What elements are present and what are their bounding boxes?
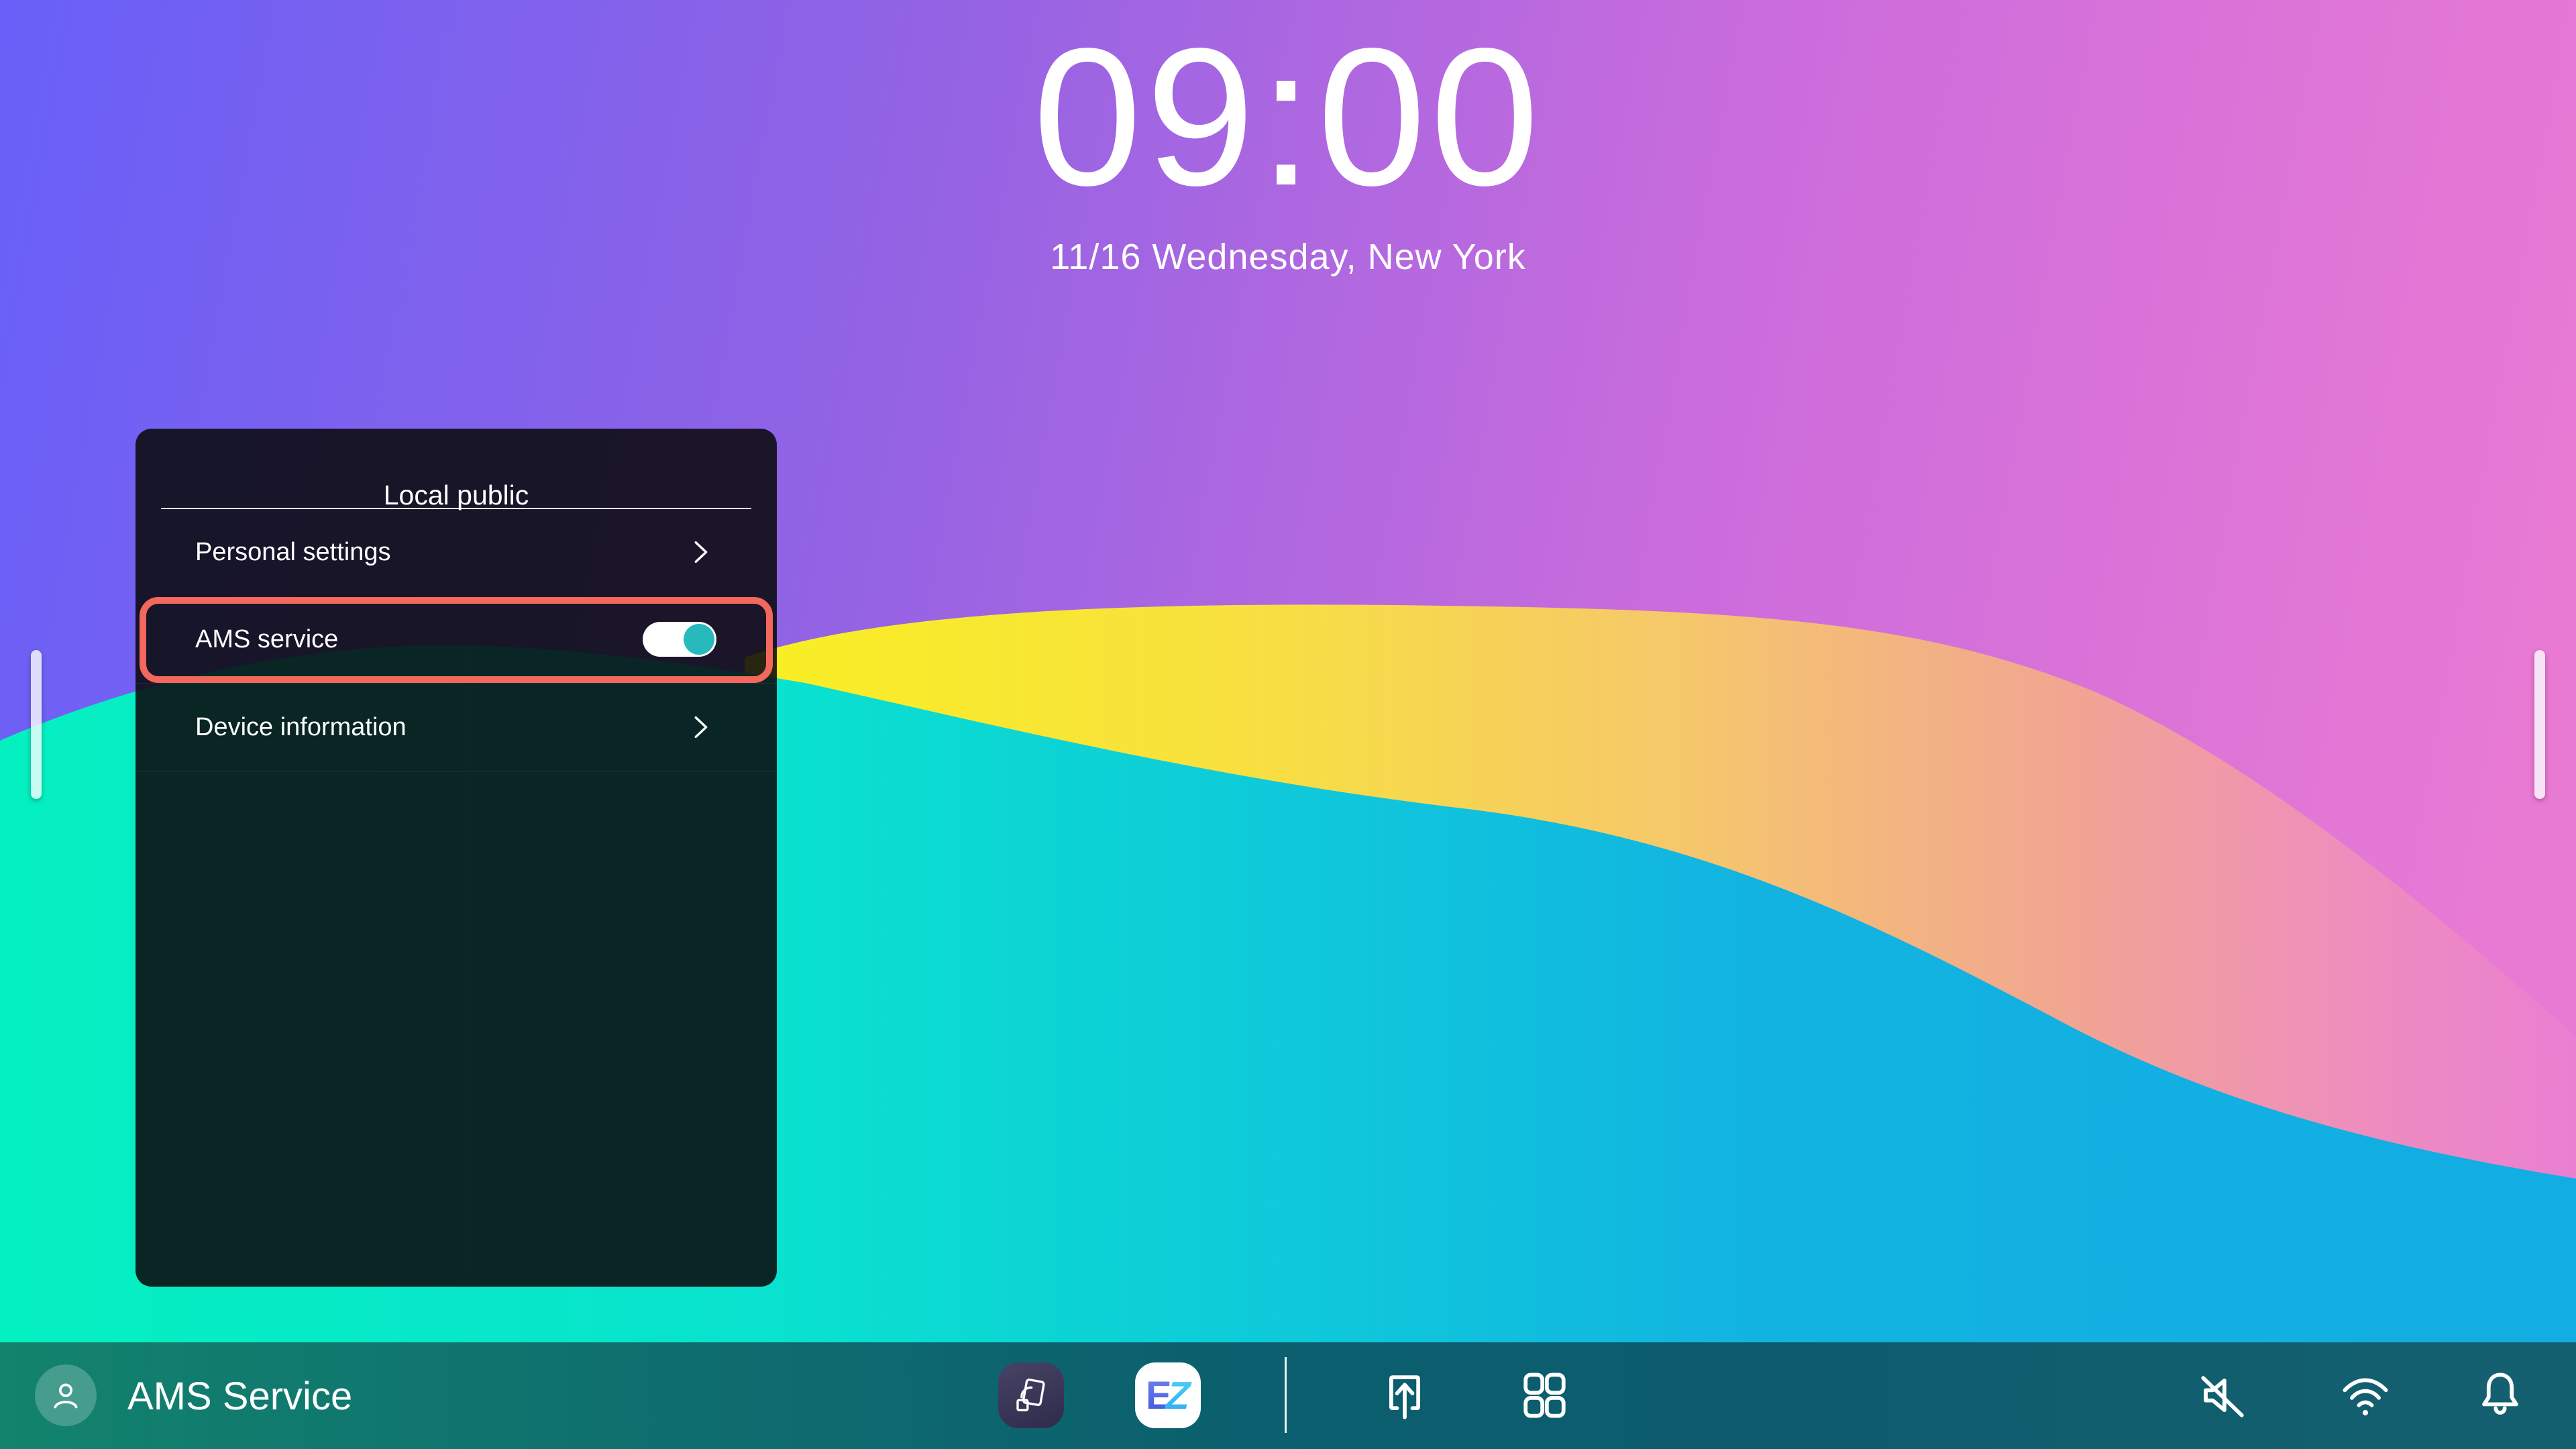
notification-bell-icon <box>2469 1364 2531 1426</box>
device-information-row[interactable]: Device information <box>136 683 777 771</box>
clock-date: 11/16 Wednesday, New York <box>0 236 2576 278</box>
apps-grid-icon <box>1513 1364 1575 1426</box>
ez-whiteboard-app-button[interactable]: E Z <box>1135 1362 1201 1428</box>
personal-settings-label: Personal settings <box>195 538 684 567</box>
taskbar-user-label[interactable]: AMS Service <box>127 1374 352 1419</box>
notification-bell-button[interactable] <box>2467 1362 2534 1429</box>
open-share-screen-button[interactable] <box>1371 1362 1438 1429</box>
screen-mirroring-icon <box>1010 1375 1052 1416</box>
clock-time: 09:00 <box>0 19 2576 215</box>
volume-muted-button[interactable] <box>2189 1362 2256 1429</box>
wifi-button[interactable] <box>2332 1362 2399 1429</box>
ams-service-row[interactable]: AMS service <box>136 596 777 683</box>
wifi-icon <box>2334 1364 2396 1426</box>
personal-settings-row[interactable]: Personal settings <box>136 508 777 596</box>
device-information-label: Device information <box>195 713 684 742</box>
taskbar-divider <box>1285 1357 1287 1433</box>
local-public-settings-panel: Local public Personal settings AMS servi… <box>136 429 777 1287</box>
person-icon <box>46 1375 86 1415</box>
left-edge-toolbar-handle[interactable] <box>31 650 42 799</box>
chevron-right-icon <box>684 537 715 568</box>
toggle-knob <box>684 624 714 655</box>
ams-service-label: AMS service <box>195 625 643 654</box>
apps-grid-button[interactable] <box>1511 1362 1578 1429</box>
panel-title: Local public <box>136 480 777 511</box>
volume-muted-icon <box>2192 1364 2253 1426</box>
right-edge-toolbar-handle[interactable] <box>2534 650 2545 799</box>
ams-service-toggle[interactable] <box>643 622 716 657</box>
share-screen-up-arrow-icon <box>1374 1364 1436 1426</box>
user-avatar[interactable] <box>35 1364 97 1426</box>
chevron-right-icon <box>684 712 715 743</box>
screen-mirroring-app-button[interactable] <box>998 1362 1064 1428</box>
